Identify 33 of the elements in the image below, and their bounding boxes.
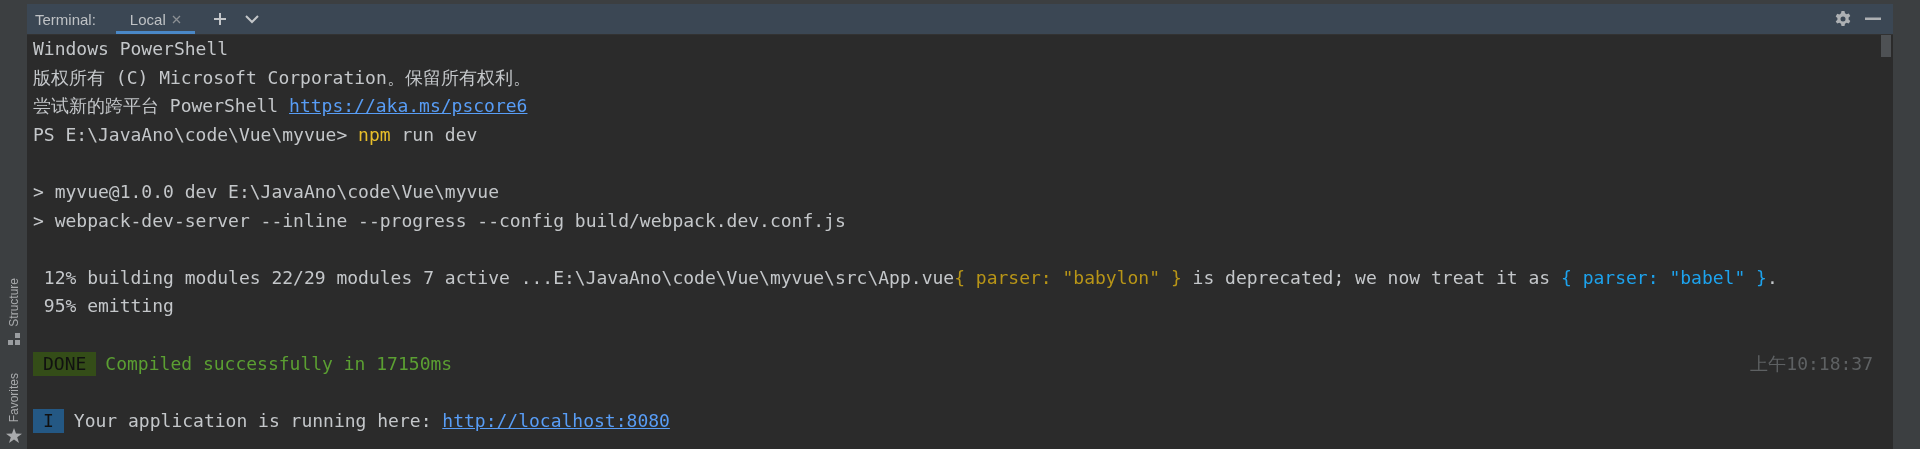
link[interactable]: https://aka.ms/pscore6: [289, 92, 528, 121]
sidebar-tab[interactable]: Structure: [0, 277, 27, 345]
terminal-text: is deprecated; we now treat it as: [1191, 265, 1552, 290]
terminal-text: 版权所有 (C) Microsoft Corporation。保留所有权利。: [33, 65, 531, 90]
terminal-text: > myvue@1.0.0 dev E:\JavaAno\code\Vue\myvue: [33, 179, 499, 204]
terminal-text: > webpack-dev-server --inline --progress --config build/webpack.dev.conf.js: [33, 208, 846, 233]
structure-icon[interactable]: [7, 332, 20, 345]
terminal-text: run dev: [400, 122, 478, 147]
terminal-text: 尝试新的跨平台 PowerShell: [33, 94, 280, 119]
terminal-text: .: [1766, 265, 1778, 290]
done-badge: DONE: [33, 351, 97, 376]
minimize-icon[interactable]: [1865, 17, 1881, 21]
terminal-text: PS E:\JavaAno\code\Vue\myvue>: [33, 122, 349, 147]
terminal-text: Windows PowerShell: [33, 37, 229, 61]
link[interactable]: http://localhost:8080: [442, 406, 670, 436]
terminal-text: 12% building modules 22/29 modules 7 active ...E:\JavaAno\code\Vue\myvue\src\App.vue: [42, 265, 955, 290]
terminal-tab[interactable]: Local: [115, 4, 195, 34]
terminal-text: 95% emitting: [42, 294, 174, 319]
close-icon[interactable]: [171, 14, 181, 24]
settings-icon[interactable]: [1835, 11, 1851, 27]
command-text: npm: [358, 122, 391, 147]
timestamp: 上午10:18:37: [1750, 351, 1873, 376]
scrollbar-thumb[interactable]: [1881, 35, 1891, 57]
terminal-text: Your application is running here:: [73, 408, 433, 433]
toolbar-title: Terminal:: [35, 10, 96, 28]
sidebar-tab[interactable]: Favorites: [0, 372, 27, 443]
chevron-down-icon[interactable]: [244, 14, 259, 24]
star-icon[interactable]: [5, 428, 22, 443]
warning-text: { parser: "babylon" }: [954, 265, 1182, 290]
plus-icon[interactable]: [212, 12, 227, 26]
info-badge: I: [33, 409, 64, 433]
success-message: Compiled successfully in 17150ms: [105, 351, 453, 376]
info-text: { parser: "babel" }: [1561, 265, 1767, 290]
